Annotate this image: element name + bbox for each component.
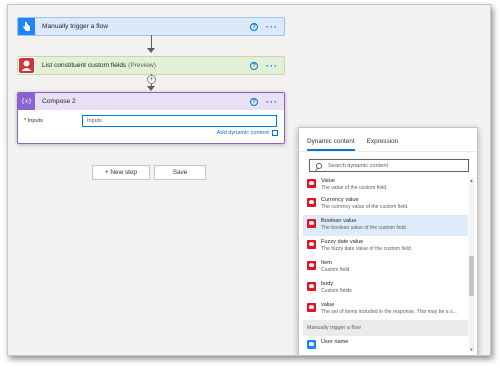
help-icon[interactable]: ? (250, 61, 258, 70)
scroll-down-icon[interactable]: ▼ (469, 347, 474, 352)
inputs-label: * Inputs (24, 118, 43, 124)
item-name: value (321, 302, 335, 308)
insert-step-plus-icon[interactable]: + (147, 75, 156, 84)
flow-designer-canvas: Manually trigger a flow ? ··· List const… (7, 4, 491, 356)
custom-field-icon (307, 240, 316, 249)
custom-field-icon (307, 282, 316, 291)
custom-field-icon (307, 219, 316, 228)
item-desc: Custom fields (321, 288, 352, 294)
list-item[interactable]: Value The value of the custom field. (303, 178, 468, 194)
help-icon[interactable]: ? (250, 22, 258, 31)
item-desc: The value of the custom field. (321, 185, 388, 191)
dynamic-content-icon[interactable] (272, 130, 278, 136)
compose-title: Compose 2 (42, 98, 76, 105)
search-icon (316, 162, 322, 169)
save-button[interactable]: Save (154, 165, 206, 180)
list-custom-fields-card[interactable]: List constituent custom fields (Preview)… (17, 56, 285, 75)
list-item[interactable]: Fuzzy date value The fuzzy date value of… (303, 236, 468, 257)
tab-dynamic-content[interactable]: Dynamic content (307, 138, 355, 151)
connector-line (151, 35, 152, 49)
item-name: Currency value (321, 197, 359, 203)
list-item[interactable]: value The set of items included in the r… (303, 299, 468, 320)
more-options-icon[interactable]: ··· (266, 97, 278, 106)
list-item[interactable]: Item Custom field (303, 257, 468, 278)
item-desc: Custom field (321, 267, 350, 273)
dynamic-content-list: Value The value of the custom field. Cur… (303, 178, 468, 352)
item-desc: The fuzzy date value of the custom field… (321, 246, 413, 252)
list-item[interactable]: User name (303, 336, 468, 350)
arrow-down-icon (147, 86, 155, 91)
preview-tag: (Preview) (128, 62, 156, 69)
compose-card[interactable]: {x} Compose 2 ? ··· * Inputs Inputs Add … (17, 92, 285, 144)
custom-field-icon (307, 303, 316, 312)
trigger-card[interactable]: Manually trigger a flow ? ··· (17, 17, 285, 36)
help-icon[interactable]: ? (250, 97, 258, 106)
list-card-title-text: List constituent custom fields (42, 62, 127, 69)
scroll-thumb[interactable] (469, 256, 474, 296)
more-options-icon[interactable]: ··· (266, 61, 278, 70)
person-card-icon (18, 57, 35, 74)
hand-pointer-icon (18, 18, 35, 35)
search-input[interactable]: Search dynamic content (309, 159, 469, 172)
item-name: Item (321, 260, 332, 266)
dynamic-content-panel: Dynamic content Expression Search dynami… (298, 127, 478, 355)
braces-icon: {x} (18, 93, 35, 110)
list-item[interactable]: Boolean value The boolean value of the c… (303, 215, 468, 236)
trigger-card-header[interactable]: Manually trigger a flow ? ··· (18, 18, 284, 35)
more-options-icon[interactable]: ··· (266, 22, 278, 31)
tab-expression[interactable]: Expression (367, 138, 399, 151)
arrow-down-icon (147, 48, 155, 53)
list-card-title: List constituent custom fields (Preview) (42, 62, 156, 69)
group-header-trigger[interactable]: Manually trigger a flow (303, 320, 468, 336)
custom-field-icon (307, 179, 316, 188)
trigger-title: Manually trigger a flow (42, 23, 108, 30)
item-name: Value (321, 178, 335, 184)
item-name: Fuzzy date value (321, 239, 364, 245)
list-item[interactable]: Currency value The currency value of the… (303, 194, 468, 215)
panel-scrollbar[interactable]: ▲ ▼ (469, 178, 474, 352)
list-item[interactable]: body Custom fields (303, 278, 468, 299)
item-desc: The boolean value of the custom field. (321, 225, 408, 231)
item-desc: The set of items included in the respons… (321, 309, 457, 315)
custom-field-icon (307, 261, 316, 270)
add-dynamic-content-link[interactable]: Add dynamic content (217, 130, 278, 136)
new-step-button[interactable]: + New step (92, 165, 150, 180)
item-name: body (321, 281, 334, 287)
list-card-header[interactable]: List constituent custom fields (Preview)… (18, 57, 284, 74)
scroll-up-icon[interactable]: ▲ (469, 178, 474, 183)
inputs-field[interactable]: Inputs (82, 115, 277, 127)
search-placeholder: Search dynamic content (328, 162, 389, 169)
item-desc: The currency value of the custom field. (321, 204, 409, 210)
hand-pointer-icon (307, 340, 316, 349)
custom-field-icon (307, 198, 316, 207)
panel-tabs: Dynamic content Expression (299, 128, 477, 152)
item-name: User name (321, 339, 349, 345)
item-name: Boolean value (321, 218, 357, 224)
compose-card-header[interactable]: {x} Compose 2 ? ··· (18, 93, 284, 110)
add-dynamic-content-label[interactable]: Add dynamic content (217, 130, 269, 136)
